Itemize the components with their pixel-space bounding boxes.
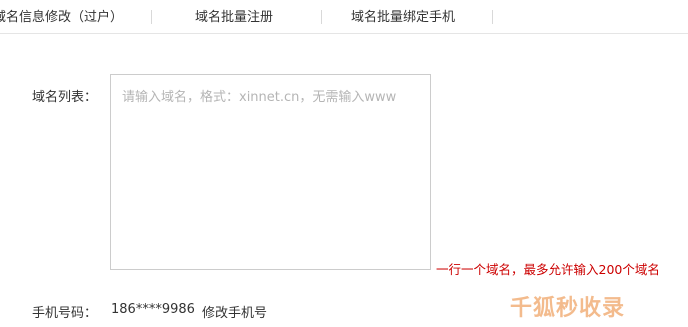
tab-domain-info-modify[interactable]: 域名信息修改（过户）	[0, 10, 123, 26]
phone-label: 手机号码：	[32, 306, 98, 321]
tab-batch-bind-phone[interactable]: 域名批量绑定手机	[351, 10, 455, 26]
tab-divider	[151, 10, 152, 24]
domain-list-label: 域名列表：	[32, 90, 98, 105]
tab-divider	[492, 10, 493, 24]
tab-bar: 域名信息修改（过户） 域名批量注册 域名批量绑定手机	[0, 0, 688, 34]
tab-batch-register[interactable]: 域名批量注册	[195, 10, 273, 26]
domain-list-input[interactable]	[110, 74, 431, 270]
domain-list-hint: 一行一个域名，最多允许输入200个域名	[436, 262, 660, 277]
phone-number-value: 186****9986	[111, 302, 195, 317]
change-phone-link[interactable]: 修改手机号	[202, 302, 267, 321]
tab-divider	[321, 10, 322, 24]
watermark-logo: 千狐秒收录	[510, 296, 626, 321]
